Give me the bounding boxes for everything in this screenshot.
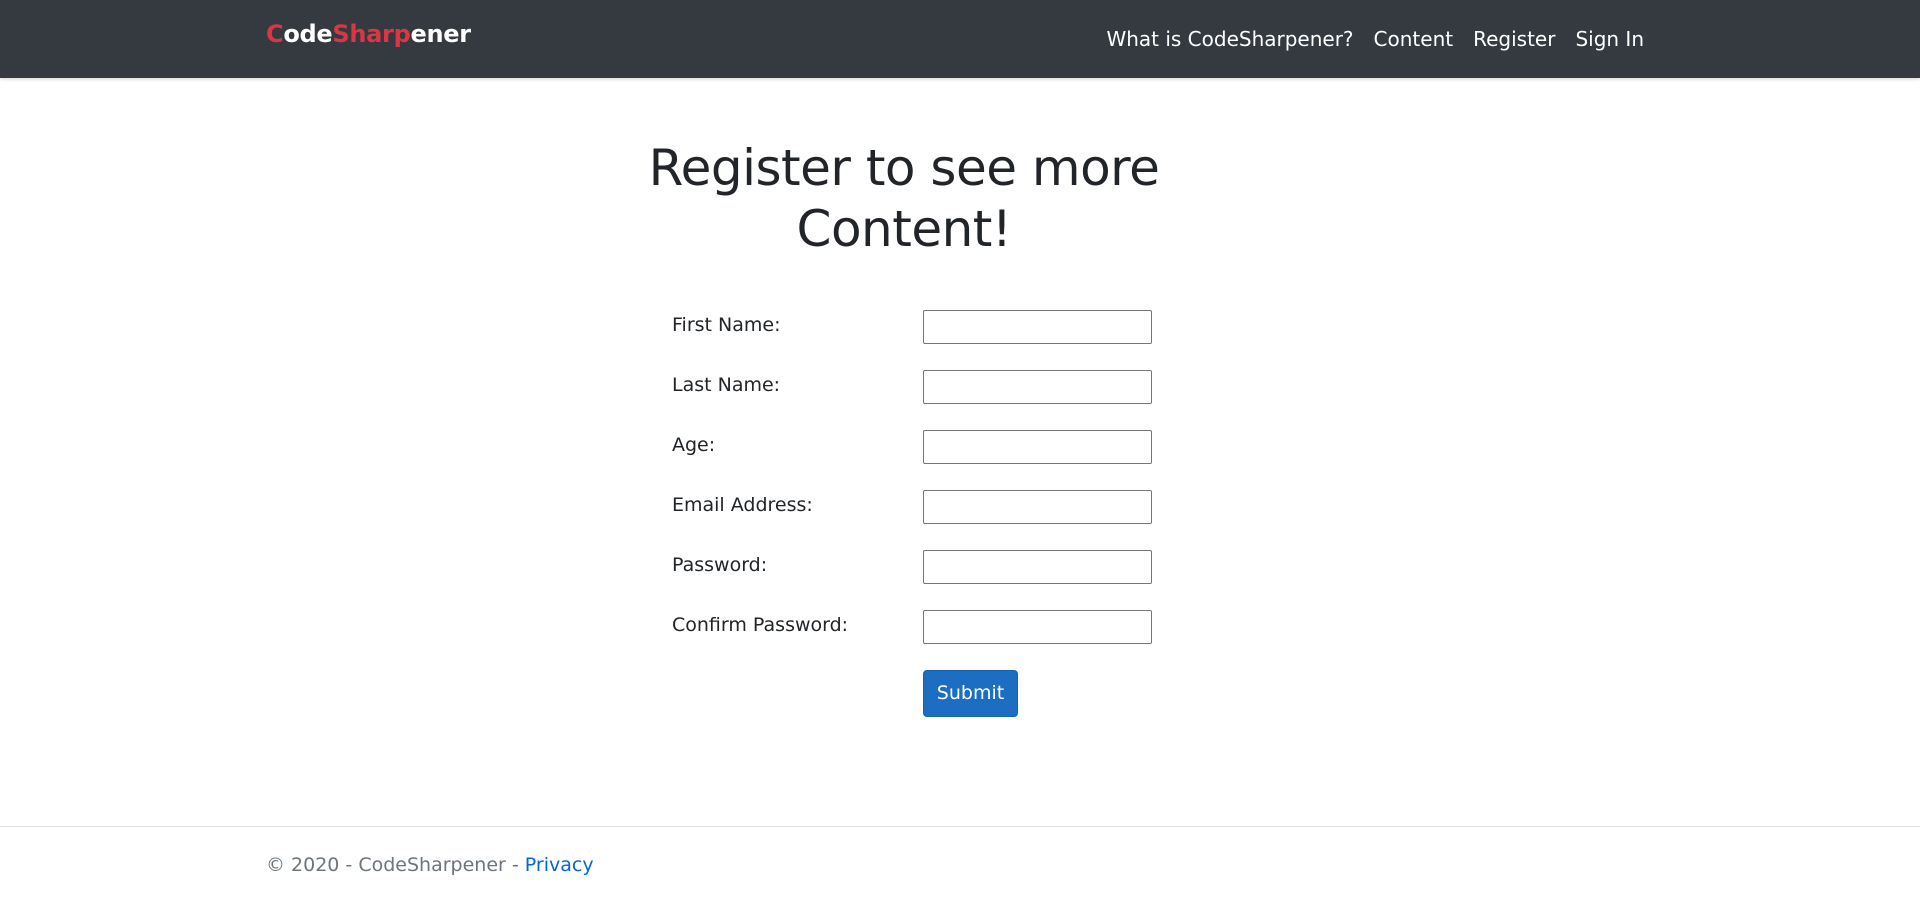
privacy-link[interactable]: Privacy [525,854,594,876]
confirm-password-label: Confirm Password: [672,614,849,636]
first-name-input[interactable] [923,310,1152,344]
footer-text: © 2020 - CodeSharpener - Privacy [266,854,594,876]
nav-links: What is CodeSharpener? Content Register … [1106,27,1644,51]
page-title-line2: Content! [796,200,1012,258]
nav-item-register[interactable]: Register [1473,27,1555,51]
top-navbar: CodeSharpener What is CodeSharpener? Con… [0,0,1920,78]
submit-button[interactable]: Submit [923,670,1018,717]
age-input[interactable] [923,430,1152,464]
brand-letter-c: C [266,20,284,48]
brand-logo[interactable]: CodeSharpener [266,20,471,48]
password-label: Password: [672,554,768,576]
brand-text-ener: ener [410,20,471,48]
email-label: Email Address: [672,494,813,516]
nav-item-what-is[interactable]: What is CodeSharpener? [1106,27,1353,51]
brand-text-sharp: Sharp [332,20,411,48]
last-name-input[interactable] [923,370,1152,404]
form-row-password: Password: [672,550,1152,588]
form-row-confirm-password: Confirm Password: [672,610,1152,648]
nav-item-sign-in[interactable]: Sign In [1575,27,1644,51]
form-row-email: Email Address: [672,490,1152,528]
form-row-age: Age: [672,430,1152,468]
password-input[interactable] [923,550,1152,584]
last-name-label: Last Name: [672,374,781,396]
age-label: Age: [672,434,716,456]
footer: © 2020 - CodeSharpener - Privacy [0,826,1920,902]
page-title-line1: Register to see more [648,139,1160,197]
brand-text-ode: ode [283,20,333,48]
page-title: Register to see more Content! [560,138,1248,260]
confirm-password-input[interactable] [923,610,1152,644]
copyright-text: © 2020 - CodeSharpener - [266,854,525,876]
nav-item-content[interactable]: Content [1374,27,1454,51]
form-row-first-name: First Name: [672,310,1152,348]
form-row-last-name: Last Name: [672,370,1152,408]
first-name-label: First Name: [672,314,781,336]
email-input[interactable] [923,490,1152,524]
